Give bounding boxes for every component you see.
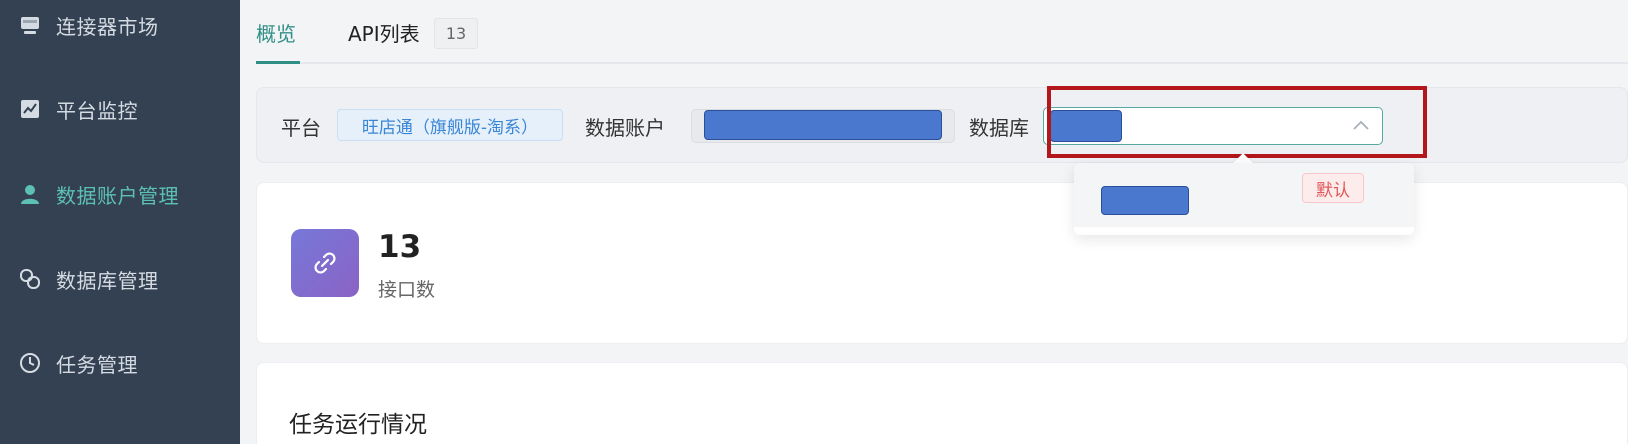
main-content: 概览 API列表 13 平台 旺店通（旗舰版-淘系） 数据账户 数据库 13 接… [240,0,1628,444]
tab-overview[interactable]: 概览 [256,18,296,47]
sidebar-item-label: 连接器市场 [56,14,159,39]
sidebar-item-connector-market[interactable]: 连接器市场 [0,3,240,47]
tab-api-list[interactable]: API列表 [348,18,420,47]
user-icon [18,182,42,206]
link-loop-icon [18,267,42,291]
redacted-option-value [1101,186,1189,215]
tab-bar: 概览 API列表 13 [256,0,1628,64]
redacted-account-value [704,110,942,140]
task-status-card: 任务运行情况 [256,362,1628,444]
account-field[interactable] [691,109,955,143]
database-option[interactable]: 默认 [1074,163,1414,227]
sidebar-item-label: 任务管理 [56,352,138,377]
section-title: 任务运行情况 [289,412,427,438]
active-tab-indicator [256,61,300,64]
sidebar: 连接器市场 平台监控 数据账户管理 数据库管理 任务管理 [0,0,240,444]
highlight-box [1047,86,1427,158]
account-label: 数据账户 [585,116,665,140]
link-icon [291,229,359,297]
clock-icon [18,351,42,375]
sidebar-item-label: 平台监控 [56,98,138,123]
sidebar-item-database[interactable]: 数据库管理 [0,257,240,301]
database-dropdown-menu: 默认 [1074,163,1414,235]
default-tag: 默认 [1302,173,1364,203]
chart-icon [18,97,42,121]
platform-tag: 旺店通（旗舰版-淘系） [337,109,563,141]
sidebar-item-label: 数据库管理 [56,268,159,293]
store-icon [18,13,42,37]
api-count-label: 接口数 [378,279,436,301]
sidebar-item-label: 数据账户管理 [56,183,179,208]
sidebar-item-data-account[interactable]: 数据账户管理 [0,172,240,216]
api-count-value: 13 [378,229,422,265]
database-label: 数据库 [969,116,1029,140]
stats-card: 13 接口数 [256,182,1628,344]
sidebar-item-platform-monitor[interactable]: 平台监控 [0,87,240,131]
sidebar-item-tasks[interactable]: 任务管理 [0,341,240,385]
api-count-badge: 13 [434,18,478,49]
platform-label: 平台 [281,116,321,140]
